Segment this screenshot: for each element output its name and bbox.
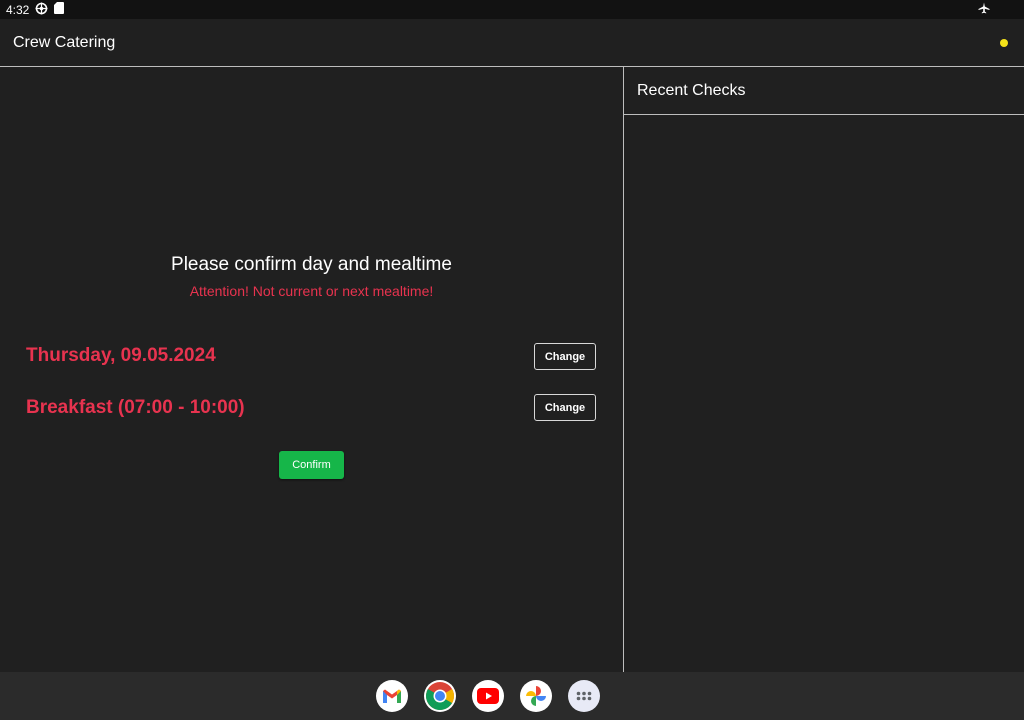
app-bar: Crew Catering <box>0 19 1024 67</box>
photos-icon[interactable] <box>520 680 552 712</box>
confirm-prompt: Please confirm day and mealtime <box>171 254 452 275</box>
recent-checks-panel: Recent Checks <box>624 67 1024 672</box>
recent-checks-title: Recent Checks <box>637 81 746 99</box>
airplane-mode-icon <box>978 2 990 17</box>
app-drawer-icon[interactable] <box>568 680 600 712</box>
meal-confirmation-panel: Please confirm day and mealtime Attentio… <box>0 67 624 672</box>
selected-meal-label: Breakfast (07:00 - 10:00) <box>26 397 245 418</box>
status-time: 4:32 <box>6 2 30 17</box>
change-meal-button[interactable]: Change <box>534 394 596 421</box>
selected-day-label: Thursday, 09.05.2024 <box>26 345 216 366</box>
app-dock <box>0 672 1024 720</box>
status-bar: 4:32 <box>0 0 1024 19</box>
settings-status-icon <box>35 2 48 18</box>
chrome-icon[interactable] <box>424 680 456 712</box>
change-day-button[interactable]: Change <box>534 343 596 370</box>
status-indicator-dot <box>1000 39 1008 47</box>
mealtime-warning: Attention! Not current or next mealtime! <box>189 283 434 299</box>
confirm-button[interactable]: Confirm <box>279 451 344 479</box>
gmail-icon[interactable] <box>376 680 408 712</box>
app-title: Crew Catering <box>13 33 116 51</box>
recent-checks-header: Recent Checks <box>624 67 1024 115</box>
youtube-icon[interactable] <box>472 680 504 712</box>
sd-card-icon <box>54 2 65 17</box>
